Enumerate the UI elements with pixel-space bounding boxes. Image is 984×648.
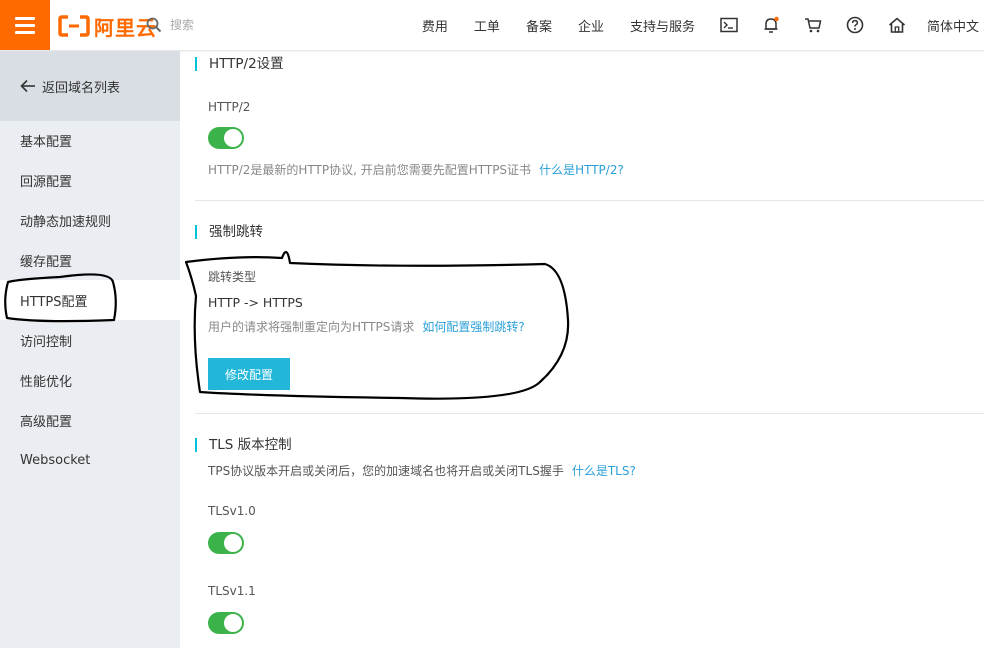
sidebar-item-origin[interactable]: 回源配置 bbox=[0, 160, 180, 200]
http2-help: HTTP/2是最新的HTTP协议, 开启前您需要先配置HTTPS证书 什么是HTT… bbox=[208, 161, 624, 178]
nav-enterprise[interactable]: 企业 bbox=[578, 16, 604, 35]
search-icon bbox=[146, 17, 162, 32]
sidebar-item-basic[interactable]: 基本配置 bbox=[0, 120, 180, 160]
nav-support[interactable]: 支持与服务 bbox=[630, 16, 695, 35]
back-to-domain-list[interactable]: 返回域名列表 bbox=[0, 51, 180, 121]
sidebar-item-cache[interactable]: 缓存配置 bbox=[0, 240, 180, 280]
toggle-knob bbox=[224, 534, 242, 552]
sidebar-item-label: 访问控制 bbox=[20, 334, 73, 350]
http2-label: HTTP/2 bbox=[208, 100, 251, 114]
search-box[interactable]: 搜索 bbox=[146, 16, 194, 33]
tls-help-text: TPS协议版本开启或关闭后，您的加速域名也将开启或关闭TLS握手 bbox=[208, 464, 564, 478]
http2-toggle[interactable] bbox=[208, 127, 244, 149]
sidebar-item-label: 性能优化 bbox=[20, 374, 73, 390]
tls-section-title: TLS 版本控制 bbox=[195, 438, 292, 452]
sidebar-item-label: 缓存配置 bbox=[20, 254, 73, 270]
http2-section-title: HTTP/2设置 bbox=[195, 57, 284, 71]
aliyun-logo[interactable]: 阿里云 bbox=[58, 14, 157, 40]
tls-v10-toggle[interactable] bbox=[208, 532, 244, 554]
main-content: HTTP/2设置 HTTP/2 HTTP/2是最新的HTTP协议, 开启前您需要… bbox=[180, 51, 984, 648]
tls-v11-toggle[interactable] bbox=[208, 612, 244, 634]
redirect-help-text: 用户的请求将强制重定向为HTTPS请求 bbox=[208, 320, 415, 334]
section-divider bbox=[195, 413, 984, 414]
tls-help: TPS协议版本开启或关闭后，您的加速域名也将开启或关闭TLS握手 什么是TLS? bbox=[208, 462, 636, 479]
menu-bar bbox=[15, 16, 35, 20]
redirect-help: 用户的请求将强制重定向为HTTPS请求 如何配置强制跳转? bbox=[208, 318, 525, 335]
redirect-section-title: 强制跳转 bbox=[195, 225, 263, 239]
toggle-knob bbox=[224, 129, 242, 147]
nav-icp[interactable]: 备案 bbox=[526, 16, 552, 35]
redirect-type-label: 跳转类型 bbox=[208, 270, 257, 284]
sidebar-item-access-control[interactable]: 访问控制 bbox=[0, 320, 180, 360]
tls-help-link[interactable]: 什么是TLS? bbox=[572, 464, 636, 478]
nav-tickets[interactable]: 工单 bbox=[474, 16, 500, 35]
terminal-icon[interactable] bbox=[719, 15, 739, 35]
sidebar-item-advanced[interactable]: 高级配置 bbox=[0, 400, 180, 440]
nav-fees[interactable]: 费用 bbox=[422, 16, 448, 35]
hamburger-menu-button[interactable] bbox=[0, 0, 50, 50]
redirect-type-value: HTTP -> HTTPS bbox=[208, 295, 303, 310]
sidebar-item-acceleration-rules[interactable]: 动静态加速规则 bbox=[0, 200, 180, 240]
arrow-left-icon bbox=[20, 79, 35, 93]
http2-help-link[interactable]: 什么是HTTP/2? bbox=[539, 163, 624, 177]
section-divider bbox=[195, 200, 984, 201]
sidebar-item-label: HTTPS配置 bbox=[20, 294, 88, 310]
sidebar: 返回域名列表 基本配置 回源配置 动静态加速规则 缓存配置 HTTPS配置 访问… bbox=[0, 51, 180, 648]
logo-bracket-icon bbox=[58, 15, 90, 37]
bell-icon[interactable] bbox=[761, 15, 781, 35]
tls-v11-label: TLSv1.1 bbox=[208, 584, 256, 598]
top-bar: 阿里云 搜索 费用 工单 备案 企业 支持与服务 简体中文 bbox=[0, 0, 984, 51]
sidebar-item-websocket[interactable]: Websocket bbox=[0, 440, 180, 480]
menu-bar bbox=[15, 23, 35, 27]
sidebar-item-label: 基本配置 bbox=[20, 134, 73, 150]
sidebar-item-label: Websocket bbox=[20, 452, 91, 468]
http2-help-text: HTTP/2是最新的HTTP协议, 开启前您需要先配置HTTPS证书 bbox=[208, 163, 532, 177]
sidebar-item-label: 动静态加速规则 bbox=[20, 214, 112, 230]
tls-v10-label: TLSv1.0 bbox=[208, 504, 256, 518]
menu-bar bbox=[15, 30, 35, 34]
sidebar-item-label: 回源配置 bbox=[20, 174, 73, 190]
toggle-knob bbox=[224, 614, 242, 632]
help-icon[interactable] bbox=[845, 15, 865, 35]
cart-icon[interactable] bbox=[803, 15, 823, 35]
language-switch[interactable]: 简体中文 bbox=[927, 16, 979, 35]
sidebar-item-https[interactable]: HTTPS配置 bbox=[0, 280, 180, 320]
top-nav: 费用 工单 备案 企业 支持与服务 简体中文 bbox=[409, 0, 984, 50]
sidebar-item-performance[interactable]: 性能优化 bbox=[0, 360, 180, 400]
home-icon[interactable] bbox=[887, 15, 907, 35]
back-label: 返回域名列表 bbox=[42, 80, 121, 96]
search-input[interactable]: 搜索 bbox=[170, 16, 194, 33]
modify-config-button[interactable]: 修改配置 bbox=[208, 358, 290, 390]
sidebar-item-label: 高级配置 bbox=[20, 414, 73, 430]
redirect-help-link[interactable]: 如何配置强制跳转? bbox=[422, 320, 524, 334]
